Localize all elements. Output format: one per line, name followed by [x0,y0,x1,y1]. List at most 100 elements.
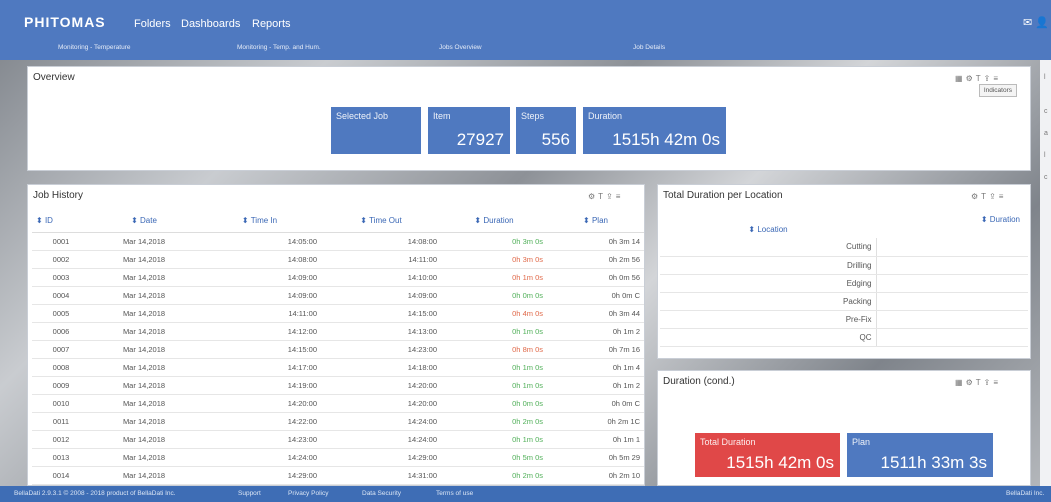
kpi-selected-job-label: Selected Job [336,111,389,121]
subnav-monitoring-temp-hum[interactable]: Monitoring - Temp. and Hum. [237,44,321,51]
table-row[interactable]: 0008 Mar 14,2018 14:17:00 14:18:00 0h 1m 0s 0… [32,358,644,377]
cell-plan: 0h 0m 56 [547,268,644,287]
table-row[interactable]: 0012 Mar 14,2018 14:23:00 14:24:00 0h 1m 0s 0… [32,430,644,449]
location-title: Total Duration per Location [663,190,783,201]
cell-duration: 0h 4m 0s [441,304,547,323]
export-icon[interactable]: ⇪ [606,192,616,201]
filter-icon[interactable]: T [981,192,989,201]
cell-duration [876,310,1028,329]
cell-plan: 0h 3m 14 [547,232,644,251]
column-header-location[interactable]: ⬍ Location [660,210,876,238]
footer-link-privacy[interactable]: Privacy Policy [288,490,328,497]
nav-reports[interactable]: Reports [252,18,291,30]
table-row[interactable]: 0014 Mar 14,2018 14:29:00 14:31:00 0h 2m 0s 0… [32,466,644,485]
footer-link-support[interactable]: Support [238,490,261,497]
cell-time-in: 14:09:00 [198,286,321,305]
cell-date: Mar 14,2018 [90,412,198,431]
subnav-job-details[interactable]: Job Details [633,44,665,51]
kpi-item-label: Item [433,111,451,121]
footer-link-data-security[interactable]: Data Security [362,490,401,497]
overview-title: Overview [33,72,75,83]
mail-icon[interactable]: ✉ [1023,17,1032,29]
cell-duration: 0h 3m 0s [441,232,547,251]
table-row[interactable]: Drilling [660,256,1028,275]
layers-icon[interactable]: ≡ [999,192,1007,201]
nav-dashboards[interactable]: Dashboards [181,18,240,30]
table-row[interactable]: QC [660,328,1028,347]
app-logo[interactable]: PHITOMAS [24,14,106,30]
cell-duration: 0h 1m 0s [441,268,547,287]
kpi-duration: Duration 1515h 42m 0s [583,107,726,154]
layers-icon[interactable]: ≡ [993,378,1001,387]
job-history-table: ⬍ ID ⬍ Date ⬍ Time In ⬍ Time Out ⬍ Durat… [32,210,644,485]
grid-icon[interactable]: ▦ [955,378,966,387]
table-header-row: ⬍ ID ⬍ Date ⬍ Time In ⬍ Time Out ⬍ Durat… [32,210,644,233]
right-side-strip: lcalc [1040,60,1051,486]
table-row[interactable]: Edging [660,274,1028,293]
column-header-duration[interactable]: ⬍ Duration [441,210,547,233]
export-icon[interactable]: ⇪ [989,192,999,201]
settings-icon[interactable]: ⚙ [966,378,976,387]
filter-icon[interactable]: T [976,378,984,387]
kpi-plan-label: Plan [852,437,871,447]
column-header-time-out[interactable]: ⬍ Time Out [321,210,441,233]
cell-location: Drilling [660,256,877,275]
export-icon[interactable]: ⇪ [984,378,994,387]
filter-icon[interactable]: T [598,192,606,201]
nav-folders[interactable]: Folders [134,18,171,30]
footer-link-terms[interactable]: Terms of use [436,490,473,497]
export-icon[interactable]: ⇪ [984,74,994,83]
cell-duration [876,238,1028,257]
table-row[interactable]: 0013 Mar 14,2018 14:24:00 14:29:00 0h 5m 0s 0… [32,448,644,467]
kpi-steps-value: 556 [541,130,570,149]
table-row[interactable]: Cutting [660,238,1028,257]
table-row[interactable]: 0002 Mar 14,2018 14:08:00 14:11:00 0h 3m 0s 0… [32,250,644,269]
footer: BellaDati 2.9.3.1 © 2008 - 2018 product … [0,486,1051,502]
user-icon[interactable]: 👤 [1035,17,1049,29]
layers-icon[interactable]: ≡ [993,74,1001,83]
table-row[interactable]: 0001 Mar 14,2018 14:05:00 14:08:00 0h 3m 0s 0… [32,232,644,251]
column-header-date[interactable]: ⬍ Date [90,210,198,233]
cell-id: 0012 [32,430,90,449]
table-row[interactable]: Packing [660,292,1028,311]
subnav-jobs-overview[interactable]: Jobs Overview [439,44,482,51]
table-row[interactable]: 0003 Mar 14,2018 14:09:00 14:10:00 0h 1m 0s 0… [32,268,644,287]
cell-plan: 0h 1m 4 [547,358,644,377]
cell-time-out: 14:20:00 [321,376,441,395]
settings-icon[interactable]: ⚙ [971,192,981,201]
kpi-total-duration-label: Total Duration [700,437,756,447]
table-row[interactable]: 0009 Mar 14,2018 14:19:00 14:20:00 0h 1m 0s 0… [32,376,644,395]
cell-time-in: 14:22:00 [198,412,321,431]
cell-time-out: 14:15:00 [321,304,441,323]
indicators-button[interactable]: Indicators [978,84,1017,97]
settings-icon[interactable]: ⚙ [966,74,976,83]
column-header-plan[interactable]: ⬍ Plan [547,210,644,233]
table-row[interactable]: Pre-Fix [660,310,1028,329]
job-history-toolbar: ⚙T⇪≡ [588,192,623,201]
cell-duration [876,328,1028,347]
settings-icon[interactable]: ⚙ [588,192,598,201]
table-row[interactable]: 0011 Mar 14,2018 14:22:00 14:24:00 0h 2m 0s 0… [32,412,644,431]
column-header-id[interactable]: ⬍ ID [32,210,90,233]
cell-time-out: 14:20:00 [321,394,441,413]
cell-duration [876,256,1028,275]
cell-time-in: 14:15:00 [198,340,321,359]
table-row[interactable]: 0004 Mar 14,2018 14:09:00 14:09:00 0h 0m 0s 0… [32,286,644,305]
column-header-time-in[interactable]: ⬍ Time In [198,210,321,233]
table-row[interactable]: 0005 Mar 14,2018 14:11:00 14:15:00 0h 4m 0s 0… [32,304,644,323]
cell-plan: 0h 2m 10 [547,466,644,485]
cell-date: Mar 14,2018 [90,430,198,449]
subnav-monitoring-temperature[interactable]: Monitoring - Temperature [58,44,131,51]
cell-time-in: 14:29:00 [198,466,321,485]
cell-date: Mar 14,2018 [90,340,198,359]
layers-icon[interactable]: ≡ [616,192,624,201]
table-row[interactable]: 0006 Mar 14,2018 14:12:00 14:13:00 0h 1m 0s 0… [32,322,644,341]
cell-date: Mar 14,2018 [90,250,198,269]
grid-icon[interactable]: ▦ [955,74,966,83]
table-row[interactable]: 0007 Mar 14,2018 14:15:00 14:23:00 0h 8m 0s 0… [32,340,644,359]
cell-id: 0006 [32,322,90,341]
filter-icon[interactable]: T [976,74,984,83]
table-row[interactable]: 0010 Mar 14,2018 14:20:00 14:20:00 0h 0m 0s 0… [32,394,644,413]
column-header-duration[interactable]: ⬍ Duration [876,210,1028,238]
top-icons: ✉ 👤 [1023,16,1049,29]
